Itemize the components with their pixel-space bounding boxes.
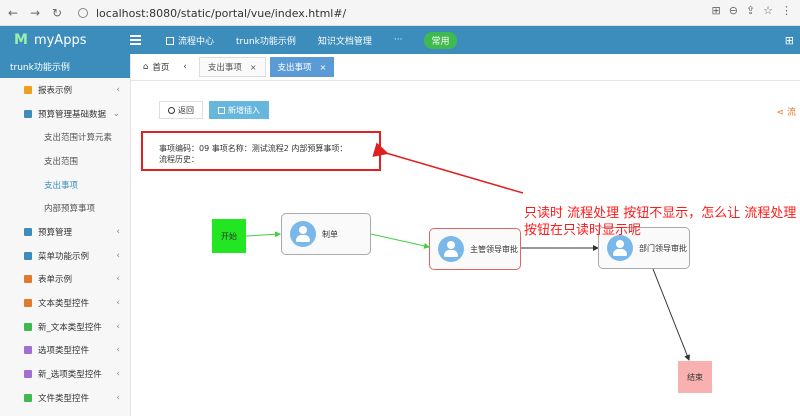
sidebar-item-budget-base[interactable]: 预算管理基础数据 ⌄ [0, 102, 130, 126]
edge-task3-end [652, 268, 690, 361]
top-menu: 流程中心 trunk功能示例 知识文档管理 ··· 常用 [166, 31, 457, 49]
zoom-icon[interactable]: ⊖ [729, 4, 738, 17]
chevron-left-icon: ‹ [116, 298, 120, 309]
sidebar-item-file-controls[interactable]: 文件类型控件 ‹ [0, 386, 130, 410]
chevron-left-icon: ‹ [116, 226, 120, 237]
user-avatar-icon [438, 236, 464, 262]
text-icon [24, 299, 32, 308]
back-arrow-icon[interactable]: ← [4, 4, 22, 22]
sidebar-item-budget-mgmt[interactable]: 预算管理 ‹ [0, 220, 130, 244]
chevron-left-icon: ‹ [116, 84, 120, 95]
sidebar-item-range-calc[interactable]: 支出范围计算元素 [0, 125, 130, 149]
chevron-left-icon: ‹ [116, 392, 120, 403]
flow-node-task2[interactable]: 主管领导审批 [429, 228, 521, 270]
home-icon: ⌂ [143, 62, 149, 72]
chevron-left-icon: ‹ [116, 250, 120, 261]
common-pill[interactable]: 常用 [424, 31, 457, 49]
sidebar-item-new-text-controls[interactable]: 新_文本类型控件 ‹ [0, 315, 130, 339]
list-icon [24, 251, 32, 260]
chart-icon [24, 85, 32, 94]
sidebar-item-range[interactable]: 支出范围 [0, 149, 130, 173]
browser-toolbar: ← → ↻ localhost:8080/static/portal/vue/i… [0, 0, 800, 26]
menu-item-flow-center[interactable]: 流程中心 [166, 34, 214, 47]
chevron-left-icon: ‹ [116, 274, 120, 285]
folder-icon [24, 393, 32, 402]
menu-icon[interactable]: ⋮ [781, 4, 792, 17]
chevron-left-icon: ‹ [116, 369, 120, 380]
chevron-left-icon: ‹ [116, 321, 120, 332]
sidebar-section-title[interactable]: trunk功能示例 [0, 54, 130, 78]
sidebar-item-form-demo[interactable]: 表单示例 ‹ [0, 268, 130, 292]
edge-start-task1 [245, 231, 281, 238]
hamburger-icon[interactable] [130, 35, 146, 45]
edge-task1-task2 [370, 233, 430, 249]
grid-icon [166, 36, 174, 45]
main-content: 返回 新增插入 ⋖ 流 事项编码：09 事项名称：测试流程2 内部预算事项： 流… [131, 81, 800, 416]
address-bar[interactable]: localhost:8080/static/portal/vue/index.h… [78, 4, 698, 22]
app-header: M myApps 流程中心 trunk功能示例 知识文档管理 ··· 常用 ⊞ [0, 26, 800, 54]
share-icon[interactable]: ⇪ [746, 4, 755, 17]
sidebar: trunk功能示例 报表示例 ‹ 预算管理基础数据 ⌄ 支出范围计算元素 支出范围 … [0, 54, 131, 416]
url-text: localhost:8080/static/portal/vue/index.h… [96, 6, 347, 20]
tab-expense-2[interactable]: 支出事项 × [269, 57, 335, 77]
sidebar-item-menu-demo[interactable]: 菜单功能示例 ‹ [0, 244, 130, 268]
forward-arrow-icon[interactable]: → [26, 4, 44, 22]
document-icon [24, 322, 32, 331]
close-icon[interactable]: × [320, 63, 327, 72]
checkbox-icon [24, 346, 32, 355]
chevron-left-icon: ‹ [116, 345, 120, 356]
grid-apps-icon[interactable]: ⊞ [785, 34, 794, 47]
checkbox-icon [24, 370, 32, 379]
menu-item-trunk[interactable]: trunk功能示例 [236, 34, 296, 47]
app-logo[interactable]: M myApps [0, 32, 130, 48]
tab-home[interactable]: ⌂ 首页 ‹ [135, 57, 195, 77]
translate-icon[interactable]: ⊞ [711, 4, 720, 17]
close-icon[interactable]: × [250, 63, 257, 72]
flow-node-end[interactable]: 结束 [678, 361, 712, 393]
app-name: myApps [33, 32, 87, 48]
user-avatar-icon [290, 221, 316, 247]
folder-icon [24, 227, 32, 236]
chevron-down-icon: ⌄ [112, 108, 120, 119]
chevron-left-icon[interactable]: ‹ [183, 62, 186, 72]
logo-icon: M [14, 32, 28, 48]
red-annotation: 只读时 流程处理 按钮不显示，怎么让 流程处理按钮在只读时显示呢 [524, 206, 797, 238]
sidebar-item-internal[interactable]: 内部预算事项 [0, 196, 130, 220]
browser-actions: ⊞ ⊖ ⇪ ☆ ⋮ [711, 4, 792, 17]
reload-icon[interactable]: ↻ [48, 4, 66, 22]
sidebar-item-option-controls[interactable]: 选项类型控件 ‹ [0, 339, 130, 363]
info-icon [78, 8, 88, 18]
flow-node-start[interactable]: 开始 [212, 219, 246, 253]
tab-expense-1[interactable]: 支出事项 × [198, 57, 266, 77]
folder-icon [24, 109, 32, 118]
sidebar-item-expense[interactable]: 支出事项 [0, 173, 130, 197]
table-icon [24, 275, 32, 284]
menu-item-more[interactable]: ··· [394, 35, 403, 45]
sidebar-item-new-option-controls[interactable]: 新_选项类型控件 ‹ [0, 362, 130, 386]
sidebar-item-reports[interactable]: 报表示例 ‹ [0, 78, 130, 102]
star-icon[interactable]: ☆ [763, 4, 773, 17]
menu-item-knowledge[interactable]: 知识文档管理 [318, 34, 372, 47]
tab-bar: ⌂ 首页 ‹ 支出事项 × 支出事项 × [131, 54, 800, 81]
annotation-arrow [372, 142, 524, 194]
flow-node-task1[interactable]: 制单 [281, 213, 371, 255]
sidebar-item-text-controls[interactable]: 文本类型控件 ‹ [0, 291, 130, 315]
